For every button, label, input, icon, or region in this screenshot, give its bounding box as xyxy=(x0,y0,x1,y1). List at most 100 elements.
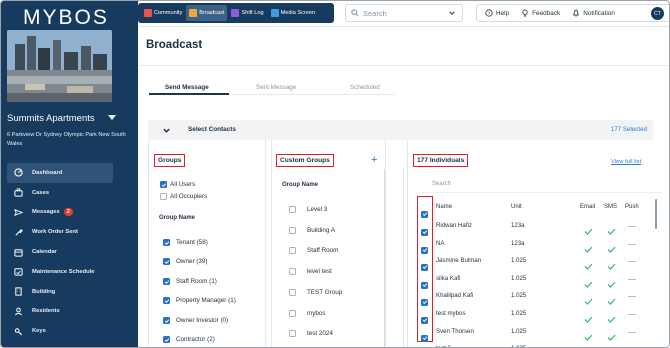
chevron-down-icon[interactable] xyxy=(448,9,456,17)
divider xyxy=(138,65,669,66)
sms-check-icon[interactable] xyxy=(607,222,616,240)
group-item[interactable]: Contractor (2) xyxy=(163,336,215,343)
email-check-icon[interactable] xyxy=(584,240,593,258)
custom-group-item[interactable]: Building A xyxy=(289,227,335,234)
individual-name: Khalilpad Kafi xyxy=(436,292,474,299)
tab-scheduled[interactable]: Scheduled xyxy=(350,84,380,91)
row-checkbox[interactable] xyxy=(421,328,428,346)
checkbox-checked-icon[interactable] xyxy=(163,297,170,304)
notification-button[interactable]: Notification xyxy=(572,9,615,17)
checkbox-empty-icon[interactable] xyxy=(289,227,296,234)
checkbox-checked-icon[interactable] xyxy=(163,239,170,246)
checkbox-empty-icon[interactable] xyxy=(289,330,296,337)
active-tab-underline xyxy=(149,93,229,95)
checkbox-checked-icon[interactable] xyxy=(163,317,170,324)
group-item[interactable]: Owner Investor (0) xyxy=(163,317,228,324)
all-occupiers-option[interactable]: All Occupiers xyxy=(160,193,207,200)
checkbox-empty-icon[interactable] xyxy=(289,268,296,275)
tab-broadcast[interactable]: Broadcast xyxy=(186,5,228,21)
work-order-icon xyxy=(13,227,23,237)
chevron-down-icon[interactable] xyxy=(162,126,171,135)
sms-check-icon[interactable] xyxy=(607,310,616,328)
email-check-icon[interactable] xyxy=(584,292,593,310)
sidebar-item-residents[interactable]: Residents xyxy=(7,302,113,322)
row-checkbox[interactable] xyxy=(421,222,428,240)
checkbox-checked-icon[interactable] xyxy=(163,278,170,285)
custom-group-item[interactable]: Level 3 xyxy=(289,206,327,213)
group-item[interactable]: Staff Room (1) xyxy=(163,278,217,285)
sidebar-item-messages[interactable]: Messages 2 xyxy=(7,203,113,223)
select-contacts-bar[interactable]: Select Contacts 177 Selected xyxy=(148,120,653,140)
checkbox-empty-icon[interactable] xyxy=(289,247,296,254)
checkbox-empty-icon[interactable] xyxy=(160,193,167,200)
sidebar-item-building[interactable]: Building xyxy=(7,282,113,302)
sms-check-icon[interactable] xyxy=(607,257,616,275)
column-push[interactable]: Push xyxy=(625,204,639,210)
email-check-icon[interactable] xyxy=(584,275,593,293)
tab-send-message[interactable]: Send Message xyxy=(165,84,209,91)
sms-check-icon[interactable] xyxy=(607,328,616,346)
email-check-icon[interactable] xyxy=(584,257,593,275)
view-full-list-link[interactable]: View full list xyxy=(611,159,641,165)
group-item[interactable]: Owner (39) xyxy=(163,258,208,265)
sidebar-item-calendar[interactable]: Calendar xyxy=(7,242,113,262)
sms-check-icon[interactable] xyxy=(607,292,616,310)
push-unavailable-icon xyxy=(628,261,636,262)
panel-divider xyxy=(403,169,404,347)
building-dropdown-icon[interactable] xyxy=(108,115,116,120)
search-placeholder: Search xyxy=(363,8,387,18)
module-tabs: Community Broadcast Shift Log Media Scre… xyxy=(138,3,334,23)
custom-group-item[interactable]: TEST Group xyxy=(289,289,342,296)
tab-sent-message[interactable]: Sent Message xyxy=(256,84,296,91)
row-checkbox[interactable] xyxy=(421,240,428,258)
all-users-option[interactable]: All Users xyxy=(160,181,195,188)
individuals-search-input[interactable]: Search xyxy=(422,178,662,193)
sidebar-item-maintenance-schedule[interactable]: Maintenance Schedule xyxy=(7,262,113,282)
messages-count-badge: 2 xyxy=(63,208,73,217)
row-checkbox[interactable] xyxy=(421,275,428,293)
feedback-button[interactable]: Feedback xyxy=(521,9,560,17)
search-input[interactable]: Search xyxy=(345,4,463,22)
checkbox-empty-icon[interactable] xyxy=(289,289,296,296)
checkbox-checked-icon[interactable] xyxy=(163,258,170,265)
building-name[interactable]: Summits Apartments xyxy=(7,113,95,124)
tab-media-screen[interactable]: Media Screen xyxy=(268,5,319,21)
checkbox-checked-icon[interactable] xyxy=(163,336,170,343)
column-email[interactable]: Email xyxy=(580,204,595,210)
sms-check-icon[interactable] xyxy=(607,275,616,293)
sms-check-icon[interactable] xyxy=(607,240,616,258)
group-item[interactable]: Property Manager (1) xyxy=(163,297,236,304)
custom-group-item[interactable]: test 2024 xyxy=(289,330,333,337)
groups-heading: Groups xyxy=(154,154,186,167)
sidebar-item-label: Messages xyxy=(32,209,60,216)
custom-group-item[interactable]: level test xyxy=(289,268,332,275)
select-all-checkbox[interactable] xyxy=(421,204,428,222)
email-check-icon[interactable] xyxy=(584,310,593,328)
avatar[interactable]: CT xyxy=(651,7,664,20)
email-check-icon[interactable] xyxy=(584,222,593,240)
column-sms[interactable]: SMS xyxy=(604,204,617,210)
custom-group-item[interactable]: Staff Room xyxy=(289,247,338,254)
group-item[interactable]: Tenant (58) xyxy=(163,239,208,246)
email-check-icon[interactable] xyxy=(584,328,593,346)
sidebar-item-dashboard[interactable]: Dashboard xyxy=(7,163,113,183)
column-unit[interactable]: Unit xyxy=(511,204,522,210)
individual-unit: 1.025 xyxy=(511,257,527,264)
sidebar-item-label: Calendar xyxy=(32,249,57,256)
help-button[interactable]: ? Help xyxy=(485,9,509,17)
checkbox-empty-icon[interactable] xyxy=(289,310,296,317)
sidebar-item-keys[interactable]: Keys xyxy=(7,321,113,341)
row-checkbox[interactable] xyxy=(421,310,428,328)
add-custom-group-button[interactable]: + xyxy=(371,154,377,166)
scrollbar[interactable] xyxy=(655,199,657,229)
column-name[interactable]: Name xyxy=(436,204,452,210)
sidebar-item-cases[interactable]: Cases xyxy=(7,183,113,203)
checkbox-empty-icon[interactable] xyxy=(289,206,296,213)
tab-shift-log[interactable]: Shift Log xyxy=(228,5,266,21)
checkbox-checked-icon[interactable] xyxy=(160,181,167,188)
custom-group-item[interactable]: mybos xyxy=(289,310,326,317)
sidebar-item-work-order-sent[interactable]: Work Order Sent xyxy=(7,222,113,242)
row-checkbox[interactable] xyxy=(421,292,428,310)
row-checkbox[interactable] xyxy=(421,257,428,275)
tab-community[interactable]: Community xyxy=(141,5,185,21)
